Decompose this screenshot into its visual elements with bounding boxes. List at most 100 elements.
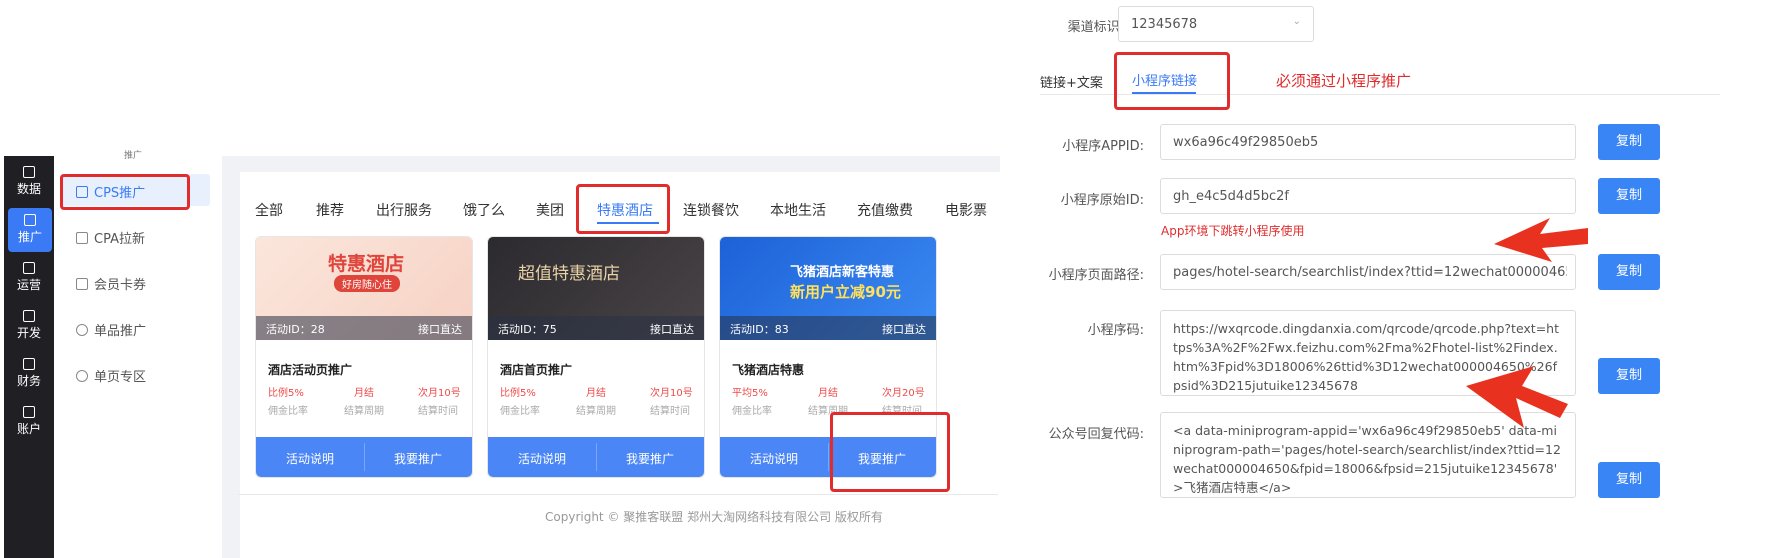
copy-qrcode-button[interactable]: 复制 [1598, 358, 1660, 394]
highlight-box-cps [60, 174, 190, 210]
nav-item-data[interactable]: 数据 [4, 160, 54, 204]
tab-movie[interactable]: 电影票 [945, 200, 987, 220]
settlement-time-label: 结算时间 [650, 406, 690, 417]
banner-title: 超值特惠酒店 [518, 264, 620, 284]
card-actions: 活动说明 我要推广 [256, 437, 472, 477]
tab-recommend[interactable]: 推荐 [316, 200, 344, 220]
activity-id: 活动ID：75 [498, 323, 557, 336]
settlement-cycle-label: 结算周期 [344, 406, 384, 417]
card-title: 酒店首页推广 [500, 363, 573, 377]
nav-item-develop[interactable]: 开发 [4, 304, 54, 348]
activity-card: 超值特惠酒店 活动ID：75 接口直达 酒店首页推广 比例5% 月结 次月10号 … [487, 236, 705, 478]
commission-rate-label: 佣金比率 [500, 406, 540, 417]
promotion-form: 渠道标识: 12345678 ⌄ 链接+文案 小程序链接 必须通过小程序推广 小… [1020, 0, 1778, 558]
api-direct-label: 接口直达 [418, 323, 462, 336]
channel-select[interactable]: 12345678 ⌄ [1118, 6, 1314, 42]
page-icon [76, 370, 88, 382]
activity-info-button[interactable]: 活动说明 [750, 450, 798, 467]
arrow-annotation [1466, 366, 1568, 428]
card-title: 飞猪酒店特惠 [732, 363, 805, 377]
chart-icon [23, 166, 35, 178]
tab-all[interactable]: 全部 [255, 200, 283, 220]
users-icon [76, 232, 88, 244]
appid-value: wx6a96c49f29850eb5 [1173, 135, 1319, 150]
tab-travel[interactable]: 出行服务 [376, 200, 432, 220]
commission-rate-label: 佣金比率 [732, 406, 772, 417]
tab-link-text[interactable]: 链接+文案 [1040, 72, 1103, 91]
api-direct-label: 接口直达 [882, 323, 926, 336]
highlight-box-promote [830, 412, 950, 492]
tab-eleme[interactable]: 饿了么 [463, 200, 505, 220]
page-path-label: 小程序页面路径: [1048, 268, 1144, 283]
nav-item-account[interactable]: 账户 [4, 400, 54, 444]
banner-strip: 活动ID：83 接口直达 [720, 316, 936, 340]
appid-label: 小程序APPID: [1062, 139, 1144, 154]
card-actions: 活动说明 我要推广 [488, 437, 704, 477]
original-id-label: 小程序原始ID: [1060, 193, 1144, 208]
activity-id: 活动ID：83 [730, 323, 789, 336]
banner-strip: 活动ID：28 接口直达 [256, 316, 472, 340]
commission-rate: 比例5% [268, 388, 304, 399]
commission-rate: 比例5% [500, 388, 536, 399]
copy-reply-code-button[interactable]: 复制 [1598, 462, 1660, 498]
highlight-box-hotel-tab [576, 184, 670, 234]
original-id-field[interactable]: gh_e4c5d4d5bc2f [1160, 178, 1576, 214]
notice-text: 必须通过小程序推广 [1276, 72, 1412, 90]
banner-subtitle: 新用户立减90元 [790, 283, 901, 301]
card-title: 酒店活动页推广 [268, 363, 353, 377]
store-icon [24, 214, 36, 226]
divider [596, 443, 597, 471]
settlement-time: 次月10号 [418, 388, 461, 399]
chevron-down-icon: ⌄ [1292, 16, 1301, 27]
activity-info-button[interactable]: 活动说明 [286, 450, 334, 467]
settlement-time: 次月20号 [882, 388, 925, 399]
product-icon [76, 324, 88, 336]
page-path-value: pages/hotel-search/searchlist/index?ttid… [1173, 265, 1567, 280]
appid-field[interactable]: wx6a96c49f29850eb5 [1160, 124, 1576, 160]
divider [238, 494, 998, 495]
original-id-value: gh_e4c5d4d5bc2f [1173, 189, 1289, 204]
commission-rate: 平均5% [732, 388, 768, 399]
card-icon [76, 278, 88, 290]
highlight-box-miniprogram-tab [1114, 52, 1230, 110]
promote-button[interactable]: 我要推广 [626, 450, 674, 467]
submenu-header-fragment: 推广 [124, 151, 143, 161]
copy-original-id-button[interactable]: 复制 [1598, 178, 1660, 214]
sub-item-single-page[interactable]: 单页专区 [76, 366, 146, 385]
tab-meituan[interactable]: 美团 [536, 200, 564, 220]
activity-card: 特惠酒店 好房随心住 活动ID：28 接口直达 酒店活动页推广 比例5% 月结 次… [255, 236, 473, 478]
settlement-cycle: 月结 [818, 388, 838, 399]
bell-icon [23, 262, 35, 274]
channel-label: 渠道标识: [1067, 20, 1124, 35]
main-nav: 数据 推广 运营 开发 财务 账户 [4, 156, 54, 558]
nav-item-operation[interactable]: 运营 [4, 256, 54, 300]
nav-item-promotion[interactable]: 推广 [8, 208, 52, 252]
sub-item-membership[interactable]: 会员卡券 [76, 274, 146, 293]
arrow-annotation [1494, 218, 1588, 262]
qrcode-label: 小程序码: [1087, 323, 1144, 338]
nav-item-finance[interactable]: 财务 [4, 352, 54, 396]
copyright: Copyright © 聚推客联盟 郑州大淘网络科技有限公司 版权所有 [545, 510, 883, 524]
user-icon [23, 406, 35, 418]
api-direct-label: 接口直达 [650, 323, 694, 336]
reply-code-label: 公众号回复代码: [1048, 427, 1144, 442]
tab-local-life[interactable]: 本地生活 [770, 200, 826, 220]
commission-rate-label: 佣金比率 [268, 406, 308, 417]
activity-id: 活动ID：28 [266, 323, 325, 336]
copy-appid-button[interactable]: 复制 [1598, 124, 1660, 160]
activity-info-button[interactable]: 活动说明 [518, 450, 566, 467]
code-icon [23, 310, 35, 322]
sub-menu: 推广 CPS推广 CPA拉新 会员卡券 单品推广 单页专区 [54, 151, 222, 558]
banner-title: 飞猪酒店新客特惠 [790, 265, 895, 280]
sub-item-product[interactable]: 单品推广 [76, 320, 146, 339]
sub-item-cpa[interactable]: CPA拉新 [76, 228, 145, 247]
tab-recharge[interactable]: 充值缴费 [857, 200, 913, 220]
channel-value: 12345678 [1131, 17, 1198, 32]
copy-page-path-button[interactable]: 复制 [1598, 254, 1660, 290]
divider [364, 443, 365, 471]
wallet-icon [23, 358, 35, 370]
tab-chain-dining[interactable]: 连锁餐饮 [683, 200, 739, 220]
promote-button[interactable]: 我要推广 [394, 450, 442, 467]
settlement-cycle: 月结 [354, 388, 374, 399]
settlement-cycle-label: 结算周期 [576, 406, 616, 417]
